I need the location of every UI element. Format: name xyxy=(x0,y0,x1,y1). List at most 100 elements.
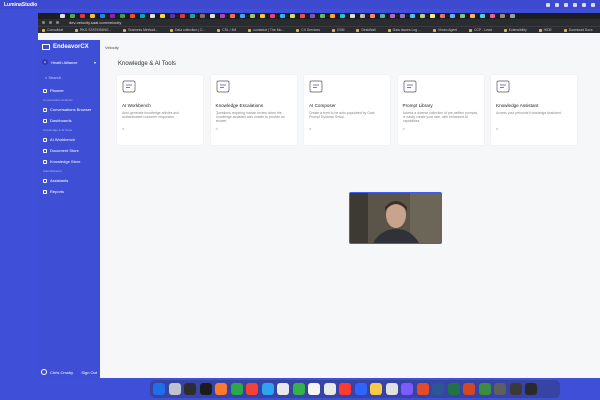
tab-favicon-icon[interactable] xyxy=(110,14,115,18)
reload-icon[interactable] xyxy=(56,21,59,24)
tab-favicon-icon[interactable] xyxy=(130,14,135,18)
dock-app-icon[interactable] xyxy=(525,383,537,395)
tab-favicon-icon[interactable] xyxy=(320,14,325,18)
tab-favicon-icon[interactable] xyxy=(180,14,185,18)
tab-favicon-icon[interactable] xyxy=(400,14,405,18)
sidebar-item-ai-workbench[interactable]: AI Workbench xyxy=(38,134,100,145)
tab-favicon-icon[interactable] xyxy=(340,14,345,18)
dock-app-icon[interactable] xyxy=(432,383,444,395)
status-icon[interactable] xyxy=(546,2,550,7)
brand[interactable]: EndeavorCX xyxy=(38,40,100,54)
tab-favicon-icon[interactable] xyxy=(140,14,145,18)
dock-app-icon[interactable] xyxy=(385,383,398,395)
tab-favicon-icon[interactable] xyxy=(290,14,295,18)
bookmark-item[interactable]: Gaia Issues Log ... xyxy=(387,28,421,32)
dock-app-icon[interactable] xyxy=(308,383,320,395)
dock-app-icon[interactable] xyxy=(215,383,227,395)
tab-favicon-icon[interactable] xyxy=(210,14,215,18)
sidebar-item-assistants[interactable]: Assistants xyxy=(38,175,100,186)
bookmark-item[interactable]: Consolidat xyxy=(42,28,63,32)
dock-app-icon[interactable] xyxy=(447,383,460,395)
bookmark-item[interactable]: CSL / 4M xyxy=(217,28,236,32)
card-ai-composer[interactable]: AI Composer Create a form to be auto-popu… xyxy=(304,75,390,145)
user-name[interactable]: Chris Crosby xyxy=(50,370,73,375)
tab-favicon-icon[interactable] xyxy=(500,14,505,18)
tab-favicon-icon[interactable] xyxy=(370,14,375,18)
chevron-right-icon[interactable]: > xyxy=(122,126,198,131)
sidebar-item-conversations-browser[interactable]: Conversations Browser xyxy=(38,104,100,115)
bookmark-item[interactable]: Data collection | C... xyxy=(169,28,205,32)
dock-app-icon[interactable] xyxy=(416,383,429,395)
tab-favicon-icon[interactable] xyxy=(90,14,95,18)
dock-app-icon[interactable] xyxy=(509,383,522,395)
tab-favicon-icon[interactable] xyxy=(380,14,385,18)
bookmark-item[interactable]: Business Methodi... xyxy=(123,28,158,32)
dock-app-icon[interactable] xyxy=(478,383,491,395)
card-knowledge-escalations[interactable]: Knowledge Escalations Questions requiring… xyxy=(210,75,297,145)
card-prompt-library[interactable]: Prompt Library Access a diverse collectio… xyxy=(397,75,484,145)
dock-app-icon[interactable] xyxy=(463,383,475,395)
dock-app-icon[interactable] xyxy=(401,383,413,395)
tab-favicon-icon[interactable] xyxy=(390,14,395,18)
tab-favicon-icon[interactable] xyxy=(190,14,195,18)
tab-favicon-icon[interactable] xyxy=(360,14,365,18)
tab-favicon-icon[interactable] xyxy=(350,14,355,18)
tab-favicon-icon[interactable] xyxy=(270,14,275,18)
forward-icon[interactable] xyxy=(49,21,52,24)
dock-app-icon[interactable] xyxy=(199,383,212,395)
sign-out-button[interactable]: Sign Out xyxy=(81,370,97,375)
chevron-right-icon[interactable]: > xyxy=(216,126,292,131)
dock-app-icon[interactable] xyxy=(277,383,289,395)
tab-favicon-icon[interactable] xyxy=(160,14,165,18)
bookmark-item[interactable]: HIDE xyxy=(538,28,552,32)
card-ai-workbench[interactable]: AI Workbench Auto-generate knowledge arti… xyxy=(117,75,203,145)
sidebar-item-reports[interactable]: Reports xyxy=(38,186,100,197)
url-field[interactable]: dev-velocity.saal.com/velocity xyxy=(69,20,121,25)
tab-favicon-icon[interactable] xyxy=(200,14,205,18)
tab-favicon-icon[interactable] xyxy=(490,14,495,18)
dock-app-icon[interactable] xyxy=(153,383,165,395)
bookmark-item[interactable]: Download Docs xyxy=(563,28,593,32)
breadcrumb[interactable]: Velocity xyxy=(100,40,600,55)
dock-app-icon[interactable] xyxy=(370,383,382,395)
search-input[interactable]: ⌕ Search xyxy=(42,74,96,81)
tab-favicon-icon[interactable] xyxy=(330,14,335,18)
tab-favicon-icon[interactable] xyxy=(450,14,455,18)
dock-app-icon[interactable] xyxy=(323,383,336,395)
avatar[interactable] xyxy=(41,369,47,375)
bookmark-item[interactable]: DeskWall xyxy=(356,28,376,32)
chevron-right-icon[interactable]: > xyxy=(309,126,385,131)
tab-favicon-icon[interactable] xyxy=(240,14,245,18)
tab-favicon-icon[interactable] xyxy=(70,14,75,18)
dock-app-icon[interactable] xyxy=(168,383,181,395)
tab-favicon-icon[interactable] xyxy=(80,14,85,18)
tab-favicon-icon[interactable] xyxy=(480,14,485,18)
tab-favicon-icon[interactable] xyxy=(230,14,235,18)
tab-favicon-icon[interactable] xyxy=(510,14,515,18)
sidebar-item-knowledge-store[interactable]: Knowledge Store xyxy=(38,156,100,167)
status-icon[interactable] xyxy=(564,2,568,7)
org-switcher[interactable]: H Health Alliance ▾ xyxy=(38,54,100,70)
bookmark-item[interactable]: RKG STATIONING... xyxy=(75,28,111,32)
tab-favicon-icon[interactable] xyxy=(280,14,285,18)
tab-favicon-icon[interactable] xyxy=(150,14,155,18)
dock-app-icon[interactable] xyxy=(494,383,506,395)
status-icon[interactable] xyxy=(555,2,559,7)
bookmark-item[interactable]: Vimeo Agent xyxy=(432,28,457,32)
dock-app-icon[interactable] xyxy=(292,383,305,395)
tab-favicon-icon[interactable] xyxy=(300,14,305,18)
status-icon[interactable] xyxy=(591,2,595,7)
status-icon[interactable] xyxy=(582,2,586,7)
tab-favicon-icon[interactable] xyxy=(430,14,435,18)
tab-favicon-icon[interactable] xyxy=(100,14,105,18)
sidebar-item-document-store[interactable]: Document Store xyxy=(38,145,100,156)
tab-favicon-icon[interactable] xyxy=(420,14,425,18)
chevron-right-icon[interactable]: > xyxy=(496,126,572,131)
tab-favicon-icon[interactable] xyxy=(470,14,475,18)
tab-favicon-icon[interactable] xyxy=(460,14,465,18)
tab-favicon-icon[interactable] xyxy=(250,14,255,18)
bookmark-item[interactable]: CX Services xyxy=(296,28,320,32)
bookmark-item[interactable]: Extensibility xyxy=(503,28,527,32)
chevron-right-icon[interactable]: > xyxy=(403,126,479,131)
tab-favicon-icon[interactable] xyxy=(260,14,265,18)
